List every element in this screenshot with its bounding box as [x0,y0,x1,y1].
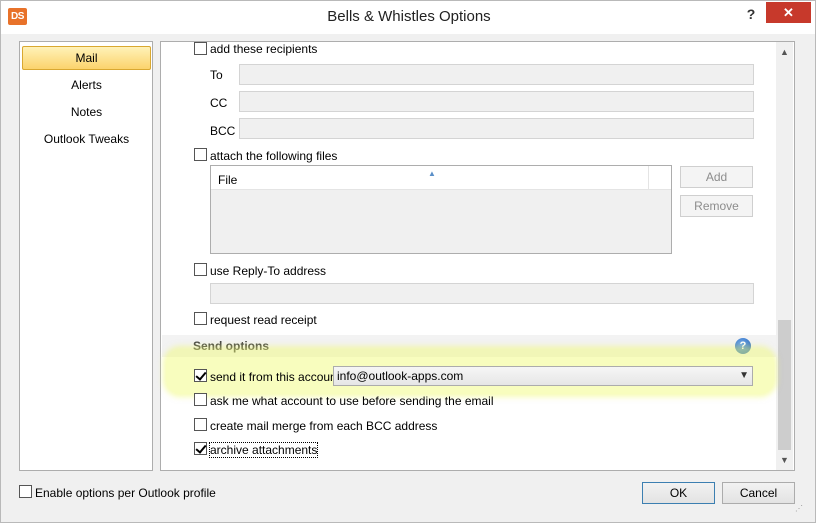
file-list[interactable]: File ▲ [210,165,672,254]
bcc-field[interactable] [239,118,754,139]
nav-item-mail[interactable]: Mail [22,46,151,70]
archive-attachments-checkbox[interactable] [194,442,207,455]
to-label: To [210,68,223,82]
chevron-down-icon: ▼ [739,370,749,381]
file-column-label: File [218,173,238,187]
file-column-header[interactable]: File ▲ [211,166,649,190]
file-list-header: File ▲ [211,166,671,190]
send-from-account-label: send it from this account [210,370,341,384]
cancel-button[interactable]: Cancel [722,482,795,504]
read-receipt-label: request read receipt [210,313,317,327]
read-receipt-checkbox[interactable] [194,312,207,325]
profile-options-checkbox[interactable] [19,485,32,498]
bcc-label: BCC [210,124,236,138]
nav-item-notes[interactable]: Notes [22,100,151,124]
mail-merge-label: create mail merge from each BCC address [210,419,438,433]
window-title: Bells & Whistles Options [327,8,491,25]
ask-account-label: ask me what account to use before sendin… [210,394,494,408]
add-file-button[interactable]: Add [680,166,753,188]
remove-file-button[interactable]: Remove [680,195,753,217]
scroll-down-arrow-icon[interactable]: ▼ [776,452,793,469]
cc-field[interactable] [239,91,754,112]
account-select[interactable]: info@outlook-apps.com ▼ [333,366,753,386]
mail-merge-checkbox[interactable] [194,418,207,431]
scroll-up-arrow-icon[interactable]: ▲ [776,44,793,61]
add-recipients-label: add these recipients [210,42,318,56]
attach-files-checkbox[interactable] [194,148,207,161]
close-button[interactable]: ✕ [766,2,811,23]
reply-to-label: use Reply-To address [210,264,327,278]
scroll-thumb[interactable] [778,320,791,450]
reply-to-checkbox[interactable] [194,263,207,276]
to-field[interactable] [239,64,754,85]
ok-button[interactable]: OK [642,482,715,504]
cc-label: CC [210,96,228,110]
reply-to-field[interactable] [210,283,754,304]
ask-account-checkbox[interactable] [194,393,207,406]
archive-attachments-label: archive attachments [208,442,319,458]
sort-arrow-icon: ▲ [428,169,436,178]
nav-item-outlook-tweaks[interactable]: Outlook Tweaks [22,127,151,151]
profile-options-label: Enable options per Outlook profile [35,486,216,500]
attach-files-label: attach the following files [210,149,338,163]
title-bar: DS Bells & Whistles Options ? ✕ [1,1,815,34]
panel-scrollbar[interactable]: ▲ ▼ [776,42,793,470]
account-select-value: info@outlook-apps.com [337,369,464,383]
options-nav: Mail Alerts Notes Outlook Tweaks [19,41,153,471]
help-button[interactable]: ? [745,4,757,24]
resize-grip-icon[interactable]: ⋰ [795,504,803,513]
send-from-account-checkbox[interactable] [194,369,207,382]
nav-item-alerts[interactable]: Alerts [22,73,151,97]
add-recipients-checkbox[interactable] [194,42,207,55]
